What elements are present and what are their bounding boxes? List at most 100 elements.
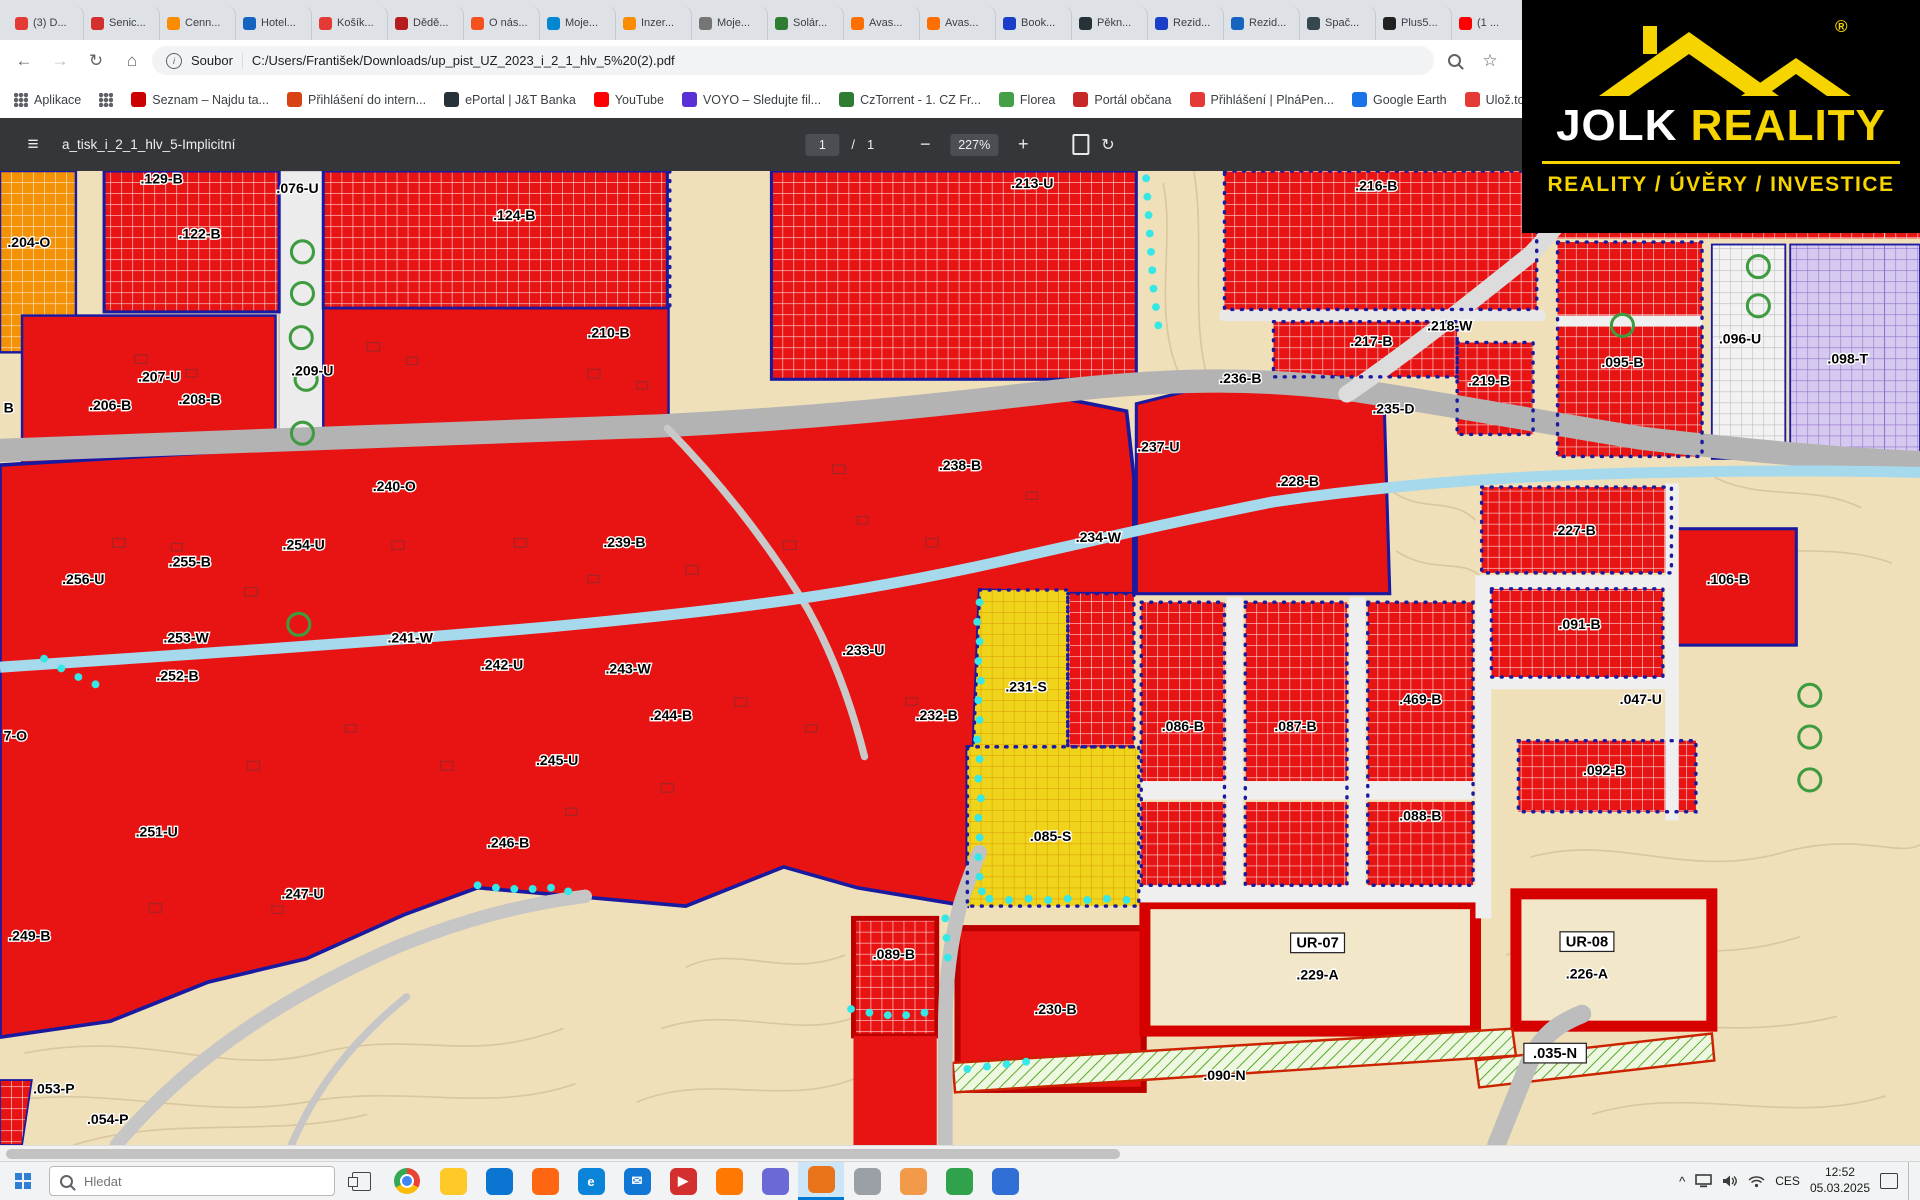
map-parcel-label: .251-U (136, 823, 178, 839)
file-info-icon[interactable]: i (166, 53, 182, 69)
map-parcel-label: .245-U (536, 752, 578, 768)
horizontal-scrollbar[interactable] (0, 1145, 1920, 1161)
volume-icon[interactable] (1722, 1174, 1738, 1188)
snip-tool-button[interactable] (982, 1162, 1028, 1200)
taskbar: e✉▶ ^ CES 12:52 05.03.2025 (0, 1161, 1920, 1200)
bookmark-apps[interactable]: Aplikace (14, 93, 81, 107)
bookmark-favicon (682, 92, 697, 107)
calculator-button[interactable] (476, 1162, 522, 1200)
browser-tab[interactable]: Spač... (1300, 6, 1376, 40)
store-button[interactable] (936, 1162, 982, 1200)
paint-icon (900, 1168, 927, 1195)
pdf-menu-icon[interactable]: ≡ (16, 128, 50, 162)
map-parcel-label: .085-S (1030, 828, 1071, 844)
scrollbar-thumb[interactable] (6, 1149, 1120, 1159)
map-parcel-label: .047-U (1620, 691, 1662, 707)
tray-chevron-icon[interactable]: ^ (1679, 1174, 1685, 1189)
bookmark-item[interactable]: ePortal | J&T Banka (444, 92, 576, 107)
bookmark-item[interactable]: CzTorrent - 1. CZ Fr... (839, 92, 981, 107)
map-parcel-label: .089-B (873, 946, 915, 962)
browser-tab[interactable]: Moje... (692, 6, 768, 40)
zoom-search-icon[interactable] (1438, 45, 1470, 77)
browser-tab[interactable]: Rezid... (1224, 6, 1300, 40)
windows-logo-icon (15, 1173, 31, 1189)
bookmark-favicon (999, 92, 1014, 107)
map-parcel-label: .035-N (1533, 1046, 1577, 1062)
back-icon[interactable]: ← (8, 45, 40, 77)
taskbar-search[interactable] (49, 1166, 335, 1196)
page-total: 1 (867, 137, 874, 152)
bookmark-item[interactable]: Přihlášení | PlnáPen... (1190, 92, 1334, 107)
pdf-map-canvas[interactable]: .129-B.076-U.122-B.124-B.204-O.213-U.216… (0, 171, 1920, 1145)
browser-tab[interactable]: Košík... (312, 6, 388, 40)
bookmark-item[interactable]: Ulož.to (1465, 92, 1525, 107)
reload-icon[interactable]: ↻ (80, 45, 112, 77)
browser-tab[interactable]: Rezid... (1148, 6, 1224, 40)
bookmark-item[interactable]: YouTube (594, 92, 664, 107)
bookmark-item[interactable]: Google Earth (1352, 92, 1447, 107)
bookmark-item[interactable]: VOYO – Sledujte fil... (682, 92, 821, 107)
forward-icon[interactable]: → (44, 45, 76, 77)
apps-grid-icon[interactable] (99, 93, 113, 107)
map-parcel-label: .209-U (291, 363, 333, 379)
address-bar[interactable]: i Soubor C:/Users/František/Downloads/up… (152, 46, 1434, 75)
bookmark-item[interactable]: Seznam – Najdu ta... (131, 92, 269, 107)
browser-tab[interactable]: Avas... (920, 6, 996, 40)
file-explorer-button[interactable] (430, 1162, 476, 1200)
bookmark-label: VOYO – Sledujte fil... (703, 93, 821, 107)
browser-tab[interactable]: Inzer... (616, 6, 692, 40)
browser-tab[interactable]: Dědě... (388, 6, 464, 40)
browser-tab[interactable]: Hotel... (236, 6, 312, 40)
browser-tab[interactable]: Moje... (540, 6, 616, 40)
edge-button[interactable]: e (568, 1162, 614, 1200)
map-parcel-label: .218-W (1427, 317, 1473, 333)
chrome-button[interactable] (384, 1162, 430, 1200)
taskbar-app-icons: e✉▶ (384, 1162, 1028, 1200)
jolk-roof-logo-icon: ® (1591, 10, 1851, 102)
bookmark-item[interactable]: Portál občana (1073, 92, 1171, 107)
browser-tab[interactable]: O nás... (464, 6, 540, 40)
home-icon[interactable]: ⌂ (116, 45, 148, 77)
notification-center-icon[interactable] (1880, 1173, 1898, 1189)
browser-tab[interactable]: Book... (996, 6, 1072, 40)
browser-tab[interactable]: Plus5... (1376, 6, 1452, 40)
bookmark-star-icon[interactable]: ☆ (1474, 45, 1506, 77)
zoom-out-button[interactable]: − (912, 132, 938, 158)
map-parcel-label: .122-B (178, 225, 220, 241)
map-parcel-label: .054-P (87, 1111, 128, 1127)
task-view-button[interactable] (338, 1162, 384, 1200)
messenger-button[interactable] (752, 1162, 798, 1200)
paint-button[interactable] (890, 1162, 936, 1200)
start-button[interactable] (0, 1162, 46, 1200)
bookmark-item[interactable]: Přihlášení do intern... (287, 92, 426, 107)
network-wifi-icon[interactable] (1748, 1175, 1765, 1188)
bookmark-item[interactable]: Florea (999, 92, 1055, 107)
mail-button[interactable]: ✉ (614, 1162, 660, 1200)
fit-page-icon[interactable] (1072, 134, 1089, 155)
taskbar-clock[interactable]: 12:52 05.03.2025 (1810, 1165, 1870, 1196)
zoom-in-button[interactable]: + (1010, 132, 1036, 158)
media-player-button[interactable]: ▶ (660, 1162, 706, 1200)
browser-tab[interactable]: (1 ... (1452, 6, 1528, 40)
display-icon[interactable] (1695, 1174, 1712, 1188)
browser-tab[interactable]: Cenn... (160, 6, 236, 40)
browser-tab[interactable]: Avas... (844, 6, 920, 40)
rotate-icon[interactable]: ↻ (1101, 135, 1114, 155)
tray-time: 12:52 (1810, 1165, 1870, 1181)
avast-button[interactable] (706, 1162, 752, 1200)
search-input[interactable] (82, 1173, 286, 1190)
maps-button[interactable] (844, 1162, 890, 1200)
browser-tab[interactable]: Senic... (84, 6, 160, 40)
page-number-input[interactable]: 1 (805, 134, 839, 156)
firefox-button[interactable] (522, 1162, 568, 1200)
tab-label: Spač... (1325, 17, 1368, 29)
language-indicator[interactable]: CES (1775, 1174, 1800, 1188)
bookmark-favicon (839, 92, 854, 107)
browser-tab[interactable]: Pěkn... (1072, 6, 1148, 40)
tab-label: Hotel... (261, 17, 304, 29)
browser-tab[interactable]: (3) D... (8, 6, 84, 40)
show-desktop-button[interactable] (1908, 1162, 1914, 1200)
map-parcel-label: .237-U (1137, 439, 1179, 455)
browser-tab[interactable]: Solár... (768, 6, 844, 40)
photos-button[interactable] (798, 1162, 844, 1200)
